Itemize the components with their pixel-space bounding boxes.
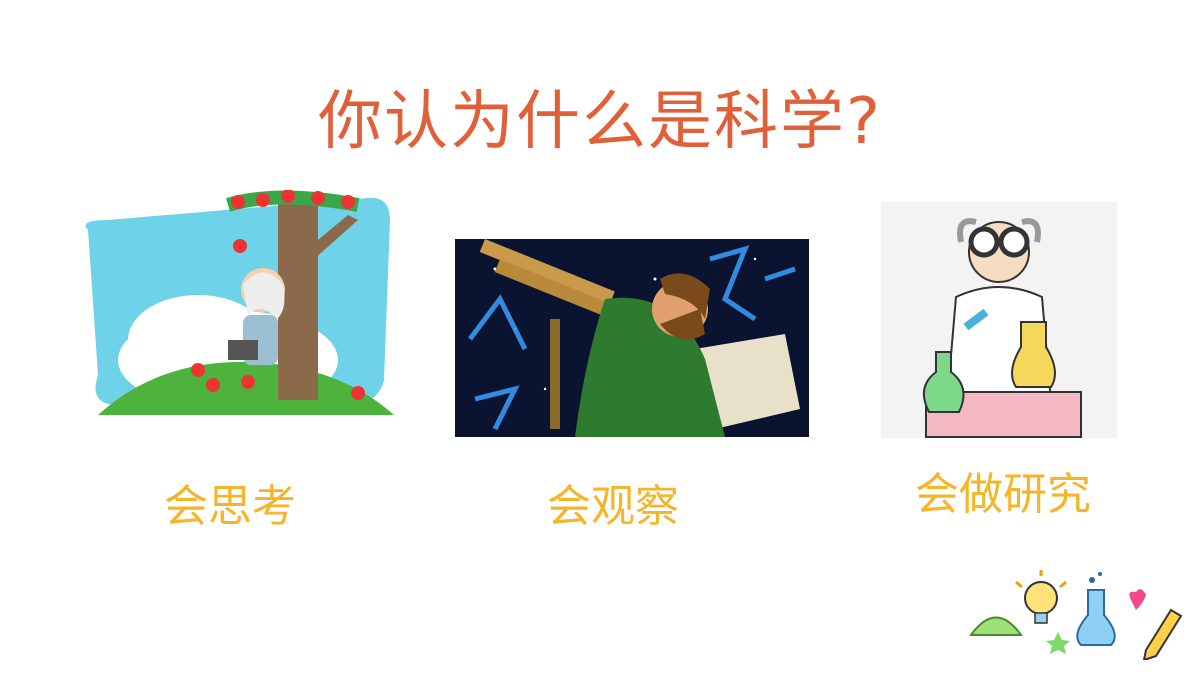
caption-think: 会思考	[164, 481, 296, 532]
heart-icon	[1129, 589, 1146, 610]
science-doodles	[966, 570, 1184, 660]
lightbulb-icon	[1015, 570, 1067, 624]
protractor-icon	[969, 616, 1023, 636]
newton-tree-image	[78, 190, 394, 426]
caption-research: 会做研究	[915, 469, 1091, 520]
pencil-icon	[1142, 608, 1183, 660]
scientist-flasks-image	[881, 202, 1117, 438]
slide-title: 你认为什么是科学?	[318, 85, 882, 159]
star-icon	[1046, 632, 1070, 654]
flask-icon	[1076, 572, 1116, 646]
caption-observe: 会观察	[547, 481, 679, 532]
galileo-telescope-image	[455, 239, 809, 437]
